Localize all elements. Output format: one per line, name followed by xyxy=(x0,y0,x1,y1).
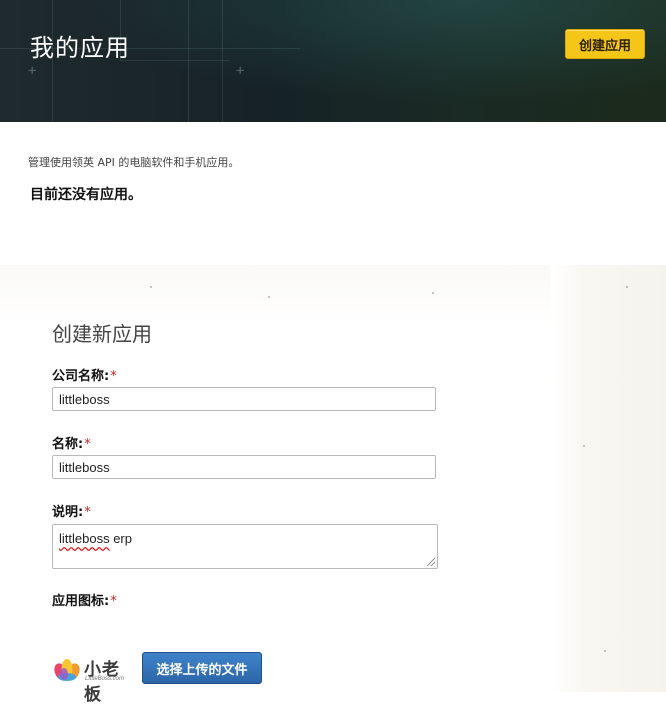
description-text-word2: erp xyxy=(109,531,132,546)
paper-speck xyxy=(583,445,585,447)
required-marker: * xyxy=(110,594,117,609)
empty-apps-message: 目前还没有应用。 xyxy=(30,187,142,203)
paper-speck xyxy=(626,286,628,288)
company-name-label: 公司名称:* xyxy=(52,365,117,384)
app-icon-label-text: 应用图标: xyxy=(52,594,110,609)
name-label-text: 名称: xyxy=(52,437,84,452)
company-name-input[interactable] xyxy=(52,387,436,411)
name-input[interactable] xyxy=(52,455,436,479)
app-icon-preview: 小老板 LittleBoss.com xyxy=(52,654,136,705)
page-header: + + 我的应用 创建应用 xyxy=(0,0,666,122)
description-label: 说明:* xyxy=(52,501,91,520)
create-app-button[interactable]: 创建应用 xyxy=(565,29,645,59)
paper-speck xyxy=(432,292,434,294)
paper-speck xyxy=(604,650,606,652)
name-label: 名称:* xyxy=(52,433,91,452)
required-marker: * xyxy=(84,437,91,452)
app-icon-label: 应用图标:* xyxy=(52,590,117,609)
lotus-logo-icon xyxy=(54,659,80,681)
upload-file-button[interactable]: 选择上传的文件 xyxy=(142,652,262,684)
paper-speck xyxy=(150,286,152,288)
form-title: 创建新应用 xyxy=(52,322,152,346)
form-background-right xyxy=(550,265,666,692)
description-textarea[interactable]: littleboss erp xyxy=(52,524,438,569)
required-marker: * xyxy=(84,505,91,520)
description-text-word1: littleboss xyxy=(59,531,110,546)
logo-subtext: LittleBoss.com xyxy=(85,676,125,682)
required-marker: * xyxy=(110,369,117,384)
company-name-label-text: 公司名称: xyxy=(52,369,110,384)
page-title: 我的应用 xyxy=(30,34,130,62)
resize-grip-icon[interactable] xyxy=(427,558,435,566)
description-label-text: 说明: xyxy=(52,505,84,520)
intro-description: 管理使用领英 API 的电脑软件和手机应用。 xyxy=(28,156,240,169)
paper-speck xyxy=(268,296,270,298)
